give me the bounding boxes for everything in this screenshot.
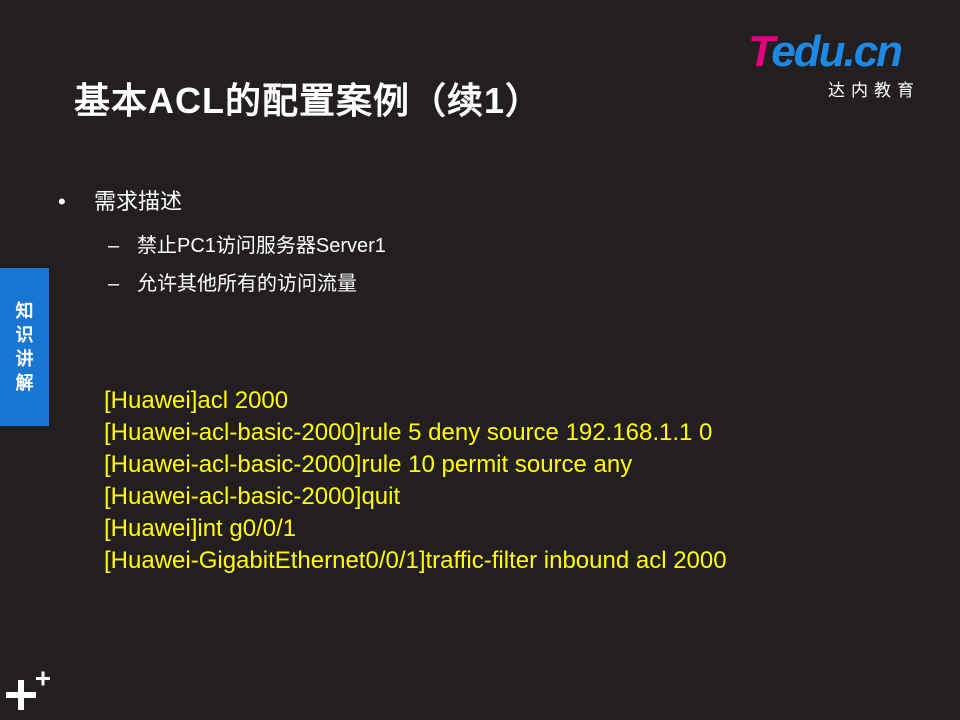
code-line: [Huawei-acl-basic-2000]quit — [104, 483, 401, 510]
slide-title: 基本ACL的配置案例（续1） — [74, 80, 543, 121]
knowledge-tab: 知 识 讲 解 — [0, 268, 49, 426]
plus-icon — [6, 671, 50, 710]
logo-letters-rest: edu.cn — [771, 27, 903, 76]
sub-bullet-text: 禁止PC1访问服务器Server1 — [137, 235, 386, 257]
config-code-block: [Huawei]acl 2000 [Huawei-acl-basic-2000]… — [104, 385, 727, 577]
sub-bullet-permit: – 允许其他所有的访问流量 — [108, 267, 357, 296]
code-line: [Huawei]acl 2000 — [104, 387, 289, 414]
sub-bullet-deny: – 禁止PC1访问服务器Server1 — [108, 229, 386, 258]
sub-bullet-text: 允许其他所有的访问流量 — [137, 273, 357, 295]
code-line: [Huawei]int g0/0/1 — [104, 515, 297, 542]
logo-subtitle: 达内教育 — [828, 81, 920, 100]
side-tab-char: 知 — [15, 301, 34, 321]
code-line: [Huawei-acl-basic-2000]rule 5 deny sourc… — [104, 419, 713, 446]
dash-icon: – — [108, 235, 120, 257]
bullet-requirements: • 需求描述 — [58, 184, 182, 216]
code-line: [Huawei-acl-basic-2000]rule 10 permit so… — [104, 451, 633, 478]
code-line: [Huawei-GigabitEthernet0/0/1]traffic-fil… — [104, 547, 727, 574]
side-tab-char: 讲 — [15, 349, 34, 369]
dash-icon: – — [108, 273, 120, 295]
bullet-text: 需求描述 — [94, 189, 183, 214]
logo-letter-t: T — [748, 27, 773, 76]
side-tab-char: 识 — [15, 325, 34, 345]
logo-wordmark: Tedu.cn — [748, 27, 903, 76]
tedu-logo: Tedu.cn 达内教育 — [748, 27, 928, 101]
side-tab-char: 解 — [15, 373, 34, 393]
bullet-dot-icon: • — [58, 189, 66, 214]
